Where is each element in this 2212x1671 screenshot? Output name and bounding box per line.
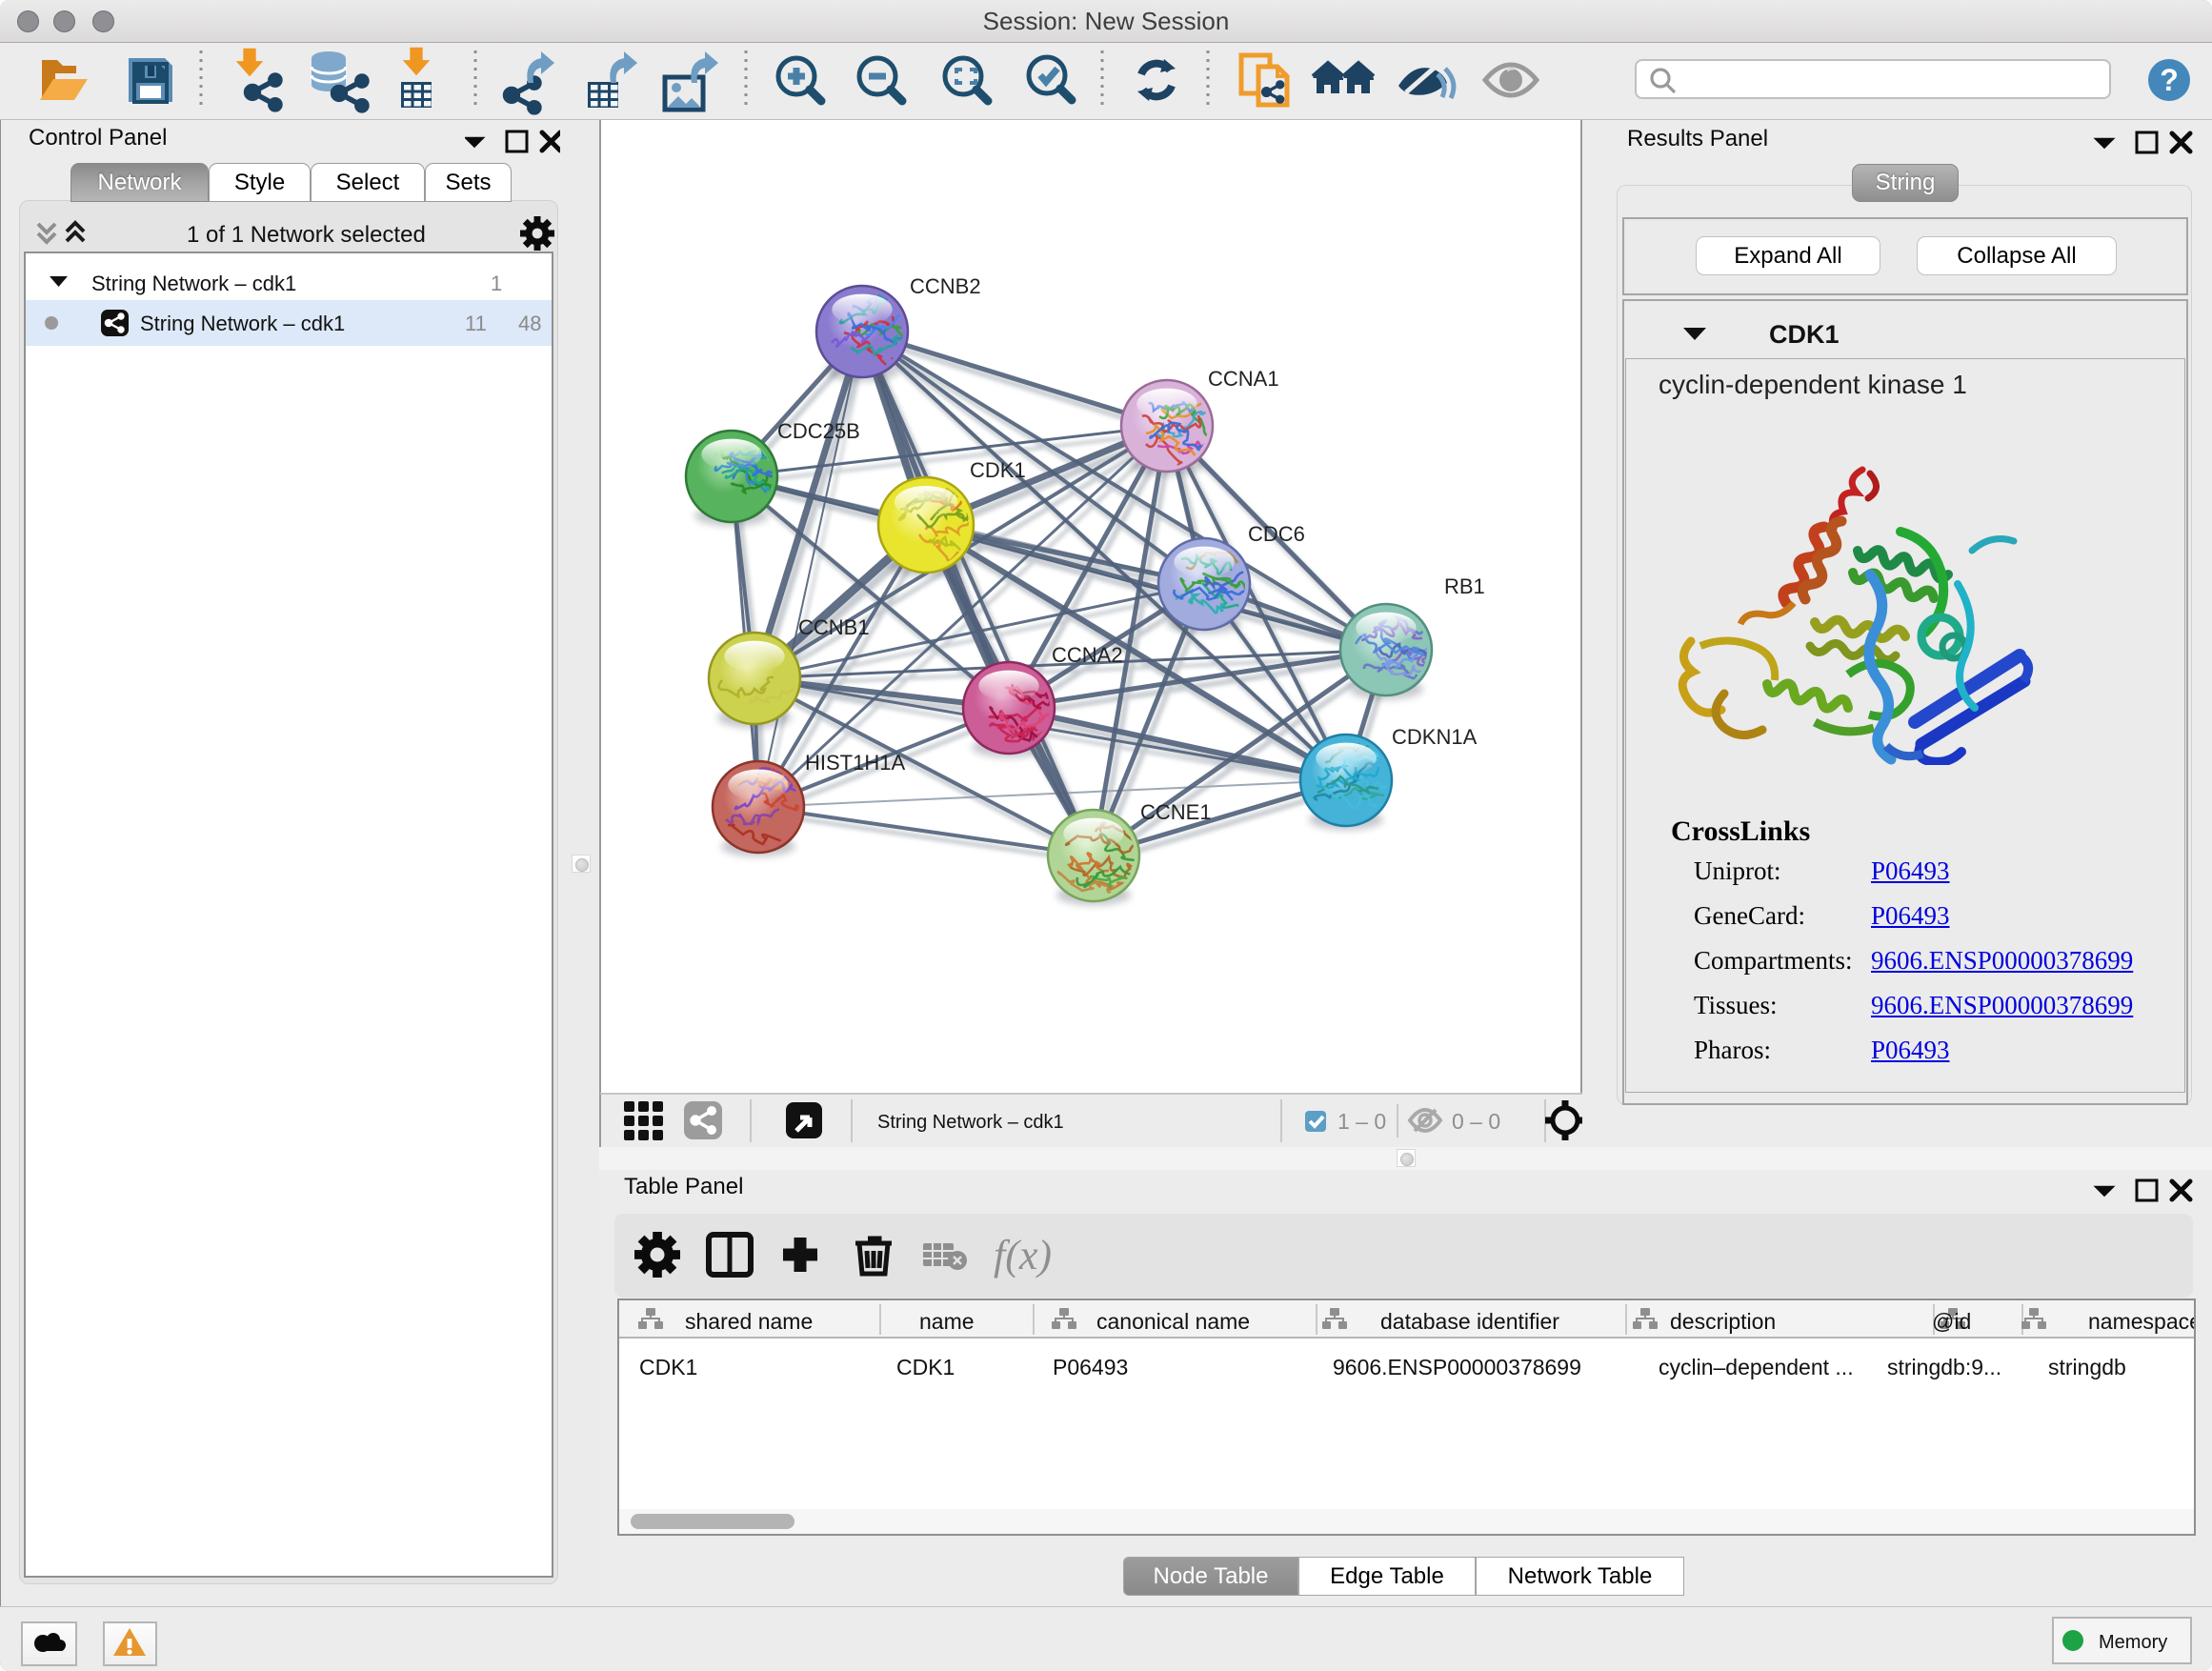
svg-text:String Network – cdk1: String Network – cdk1 xyxy=(91,272,296,295)
svg-text:name: name xyxy=(919,1309,975,1334)
svg-text:48: 48 xyxy=(518,312,541,335)
svg-text:1: 1 xyxy=(491,272,502,295)
svg-text:CDK1: CDK1 xyxy=(639,1355,697,1379)
svg-text:CCNE1: CCNE1 xyxy=(1140,800,1212,824)
svg-text:1 of 1 Network selected: 1 of 1 Network selected xyxy=(187,222,426,248)
svg-text:P06493: P06493 xyxy=(1053,1355,1128,1379)
svg-text:CCNA1: CCNA1 xyxy=(1208,367,1279,391)
svg-text:?: ? xyxy=(2160,63,2179,97)
svg-text:9606.ENSP00000378699: 9606.ENSP00000378699 xyxy=(1333,1355,1581,1379)
svg-text:cyclin–dependent ...: cyclin–dependent ... xyxy=(1659,1355,1854,1379)
svg-text:CCNA2: CCNA2 xyxy=(1052,643,1123,667)
svg-text:1 – 0: 1 – 0 xyxy=(1337,1109,1386,1134)
svg-text:String Network – cdk1: String Network – cdk1 xyxy=(140,312,345,335)
svg-text:description: description xyxy=(1670,1309,1776,1334)
svg-text:Memory: Memory xyxy=(2099,1632,2167,1653)
svg-text:canonical name: canonical name xyxy=(1096,1309,1250,1334)
svg-text:CDC6: CDC6 xyxy=(1248,522,1305,546)
svg-text:11: 11 xyxy=(465,312,487,335)
svg-text:HIST1H1A: HIST1H1A xyxy=(805,751,905,775)
svg-text:CDKN1A: CDKN1A xyxy=(1392,725,1478,749)
svg-text:CCNB2: CCNB2 xyxy=(910,274,981,298)
svg-text:String Network – cdk1: String Network – cdk1 xyxy=(877,1112,1064,1133)
svg-text:@id: @id xyxy=(1932,1309,1971,1334)
svg-text:CCNB1: CCNB1 xyxy=(798,615,870,639)
svg-text:CDK1: CDK1 xyxy=(896,1355,955,1379)
svg-text:shared name: shared name xyxy=(685,1309,813,1334)
svg-text:RB1: RB1 xyxy=(1444,574,1485,598)
svg-text:CDC25B: CDC25B xyxy=(777,419,860,443)
svg-text:database identifier: database identifier xyxy=(1380,1309,1559,1334)
svg-text:CDK1: CDK1 xyxy=(970,458,1026,482)
svg-text:0 – 0: 0 – 0 xyxy=(1452,1109,1500,1134)
svg-text:CDK1: CDK1 xyxy=(1769,320,1840,349)
svg-text:namespace: namespace xyxy=(2088,1309,2194,1334)
svg-text:stringdb:9...: stringdb:9... xyxy=(1887,1355,2001,1379)
svg-text:stringdb: stringdb xyxy=(2048,1355,2126,1379)
svg-text:f(x): f(x) xyxy=(994,1232,1052,1278)
